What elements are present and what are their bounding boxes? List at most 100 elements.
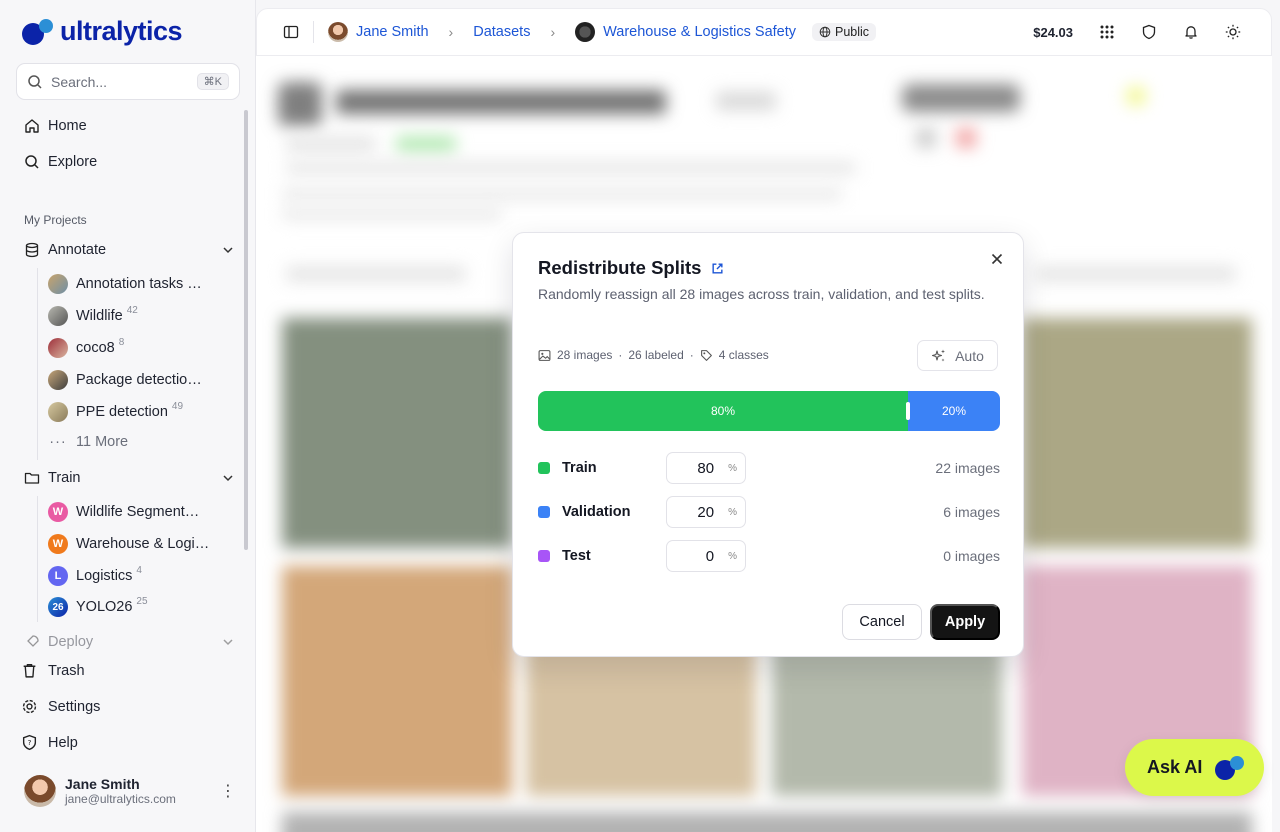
ultralytics-logo-icon [1215, 755, 1245, 780]
project-thumbnail [48, 274, 68, 294]
nav-trash[interactable]: Trash [21, 662, 85, 679]
train-project-item[interactable]: 26 YOLO26 25 [48, 595, 148, 617]
project-label: Package detectio… [76, 372, 202, 388]
validation-color-swatch [538, 506, 550, 518]
sidebar: ultralytics Search... ⌘K Home Explore My… [0, 0, 256, 832]
sidebar-toggle-icon[interactable] [283, 24, 299, 40]
project-thumbnail [48, 402, 68, 422]
group-deploy-label: Deploy [48, 634, 94, 650]
train-segment: 80% [538, 391, 908, 431]
project-count: 25 [136, 595, 148, 607]
group-annotate[interactable]: Annotate [24, 242, 234, 258]
nav-settings[interactable]: Settings [21, 698, 100, 715]
breadcrumb-user[interactable]: Jane Smith [328, 22, 429, 42]
split-distribution-bar[interactable]: 80% 20% [538, 391, 1000, 431]
auto-split-button[interactable]: Auto [917, 340, 998, 371]
nav-help[interactable]: ? Help [21, 734, 78, 751]
user-email: jane@ultralytics.com [65, 792, 176, 806]
split-row-train: Train 80 % 22 images [538, 452, 1000, 484]
test-percent-input[interactable]: 0 % [666, 540, 746, 572]
database-icon [25, 242, 39, 258]
avatar [328, 22, 348, 42]
bell-icon[interactable] [1183, 24, 1199, 40]
my-projects-title: My Projects [24, 213, 87, 227]
more-vertical-icon[interactable]: ⋮ [220, 781, 236, 801]
train-project-item[interactable]: W Wildlife Segment… [48, 502, 199, 522]
nav-home-label: Home [48, 118, 87, 134]
chevron-right-icon: › [448, 24, 454, 40]
project-count: 4 [136, 564, 142, 576]
apply-button[interactable]: Apply [930, 604, 1000, 640]
project-item[interactable]: PPE detection 49 [48, 400, 184, 422]
project-letter-badge: W [48, 534, 68, 554]
train-percent-value: 80 [697, 459, 715, 477]
shield-icon[interactable] [1141, 24, 1157, 40]
dataset-icon [575, 22, 596, 42]
close-icon[interactable] [987, 249, 1007, 269]
breadcrumb-dataset-label: Warehouse & Logistics Safety [603, 24, 797, 40]
split-label: Train [562, 460, 597, 476]
breadcrumb-dataset[interactable]: Warehouse & Logistics Safety [575, 22, 796, 42]
split-row-test: Test 0 % 0 images [538, 540, 1000, 572]
nav-explore[interactable]: Explore [24, 154, 97, 170]
split-drag-handle[interactable] [906, 402, 910, 420]
dataset-stats: 28 images · 26 labeled · 4 classes [538, 348, 769, 362]
split-label: Validation [562, 504, 631, 520]
train-percent-input[interactable]: 80 % [666, 452, 746, 484]
train-project-item[interactable]: L Logistics 4 [48, 564, 142, 586]
visibility-badge: Public [812, 23, 877, 41]
train-segment-label: 80% [710, 404, 736, 418]
dialog-title-text: Redistribute Splits [538, 257, 702, 278]
validation-image-count: 6 images [943, 504, 1000, 520]
search-icon [28, 74, 42, 89]
trash-icon [23, 663, 36, 678]
ultralytics-logo[interactable]: ultralytics [22, 16, 183, 47]
dialog-title: Redistribute Splits [538, 257, 724, 279]
project-item[interactable]: Annotation tasks … [48, 274, 202, 294]
separator-dot: · [618, 348, 623, 362]
cancel-button[interactable]: Cancel [842, 604, 922, 640]
sparkles-icon [932, 349, 946, 361]
nav-help-label: Help [48, 734, 78, 751]
group-train[interactable]: Train [24, 470, 234, 486]
ask-ai-button[interactable]: Ask AI [1125, 739, 1264, 796]
project-label: PPE detection [76, 404, 168, 420]
train-color-swatch [538, 462, 550, 474]
sun-icon[interactable] [1225, 24, 1241, 40]
project-count: 8 [118, 336, 125, 348]
divider [313, 21, 314, 43]
project-item[interactable]: Wildlife 42 [48, 305, 138, 326]
train-project-item[interactable]: W Warehouse & Logi… [48, 534, 209, 554]
tag-icon [700, 349, 712, 361]
search-input[interactable]: Search... ⌘K [16, 63, 240, 100]
validation-percent-input[interactable]: 20 % [666, 496, 746, 528]
validation-segment-label: 20% [941, 404, 967, 418]
apps-grid-icon[interactable] [1099, 24, 1115, 40]
brand-name: ultralytics [60, 16, 183, 46]
project-thumbnail [48, 370, 68, 390]
sidebar-scrollbar[interactable] [244, 110, 248, 550]
credit-balance[interactable]: $24.03 [1033, 25, 1073, 40]
project-count: 49 [171, 400, 184, 412]
chevron-down-icon [223, 639, 233, 646]
project-item[interactable]: coco8 8 [48, 336, 125, 358]
nav-home[interactable]: Home [24, 118, 87, 134]
chevron-down-icon [223, 247, 233, 254]
svg-text:?: ? [28, 738, 32, 747]
user-account[interactable]: Jane Smith jane@ultralytics.com ⋮ [24, 775, 236, 807]
project-thumbnail [48, 338, 68, 358]
train-image-count: 22 images [935, 460, 1000, 476]
group-annotate-label: Annotate [48, 242, 107, 258]
external-link-icon[interactable] [711, 262, 724, 275]
more-icon: ··· [49, 434, 67, 450]
topbar-actions: $24.03 [1033, 9, 1241, 55]
project-item[interactable]: Package detectio… [48, 370, 202, 390]
breadcrumb-datasets[interactable]: Datasets [473, 24, 530, 40]
search-icon [25, 155, 39, 169]
nav-trash-label: Trash [48, 662, 85, 679]
project-letter-badge: 26 [48, 597, 68, 617]
dialog-description: Randomly reassign all 28 images across t… [538, 286, 985, 302]
group-deploy[interactable]: Deploy [24, 634, 234, 650]
split-row-validation: Validation 20 % 6 images [538, 496, 1000, 528]
more-projects-link[interactable]: ··· 11 More [48, 434, 128, 450]
